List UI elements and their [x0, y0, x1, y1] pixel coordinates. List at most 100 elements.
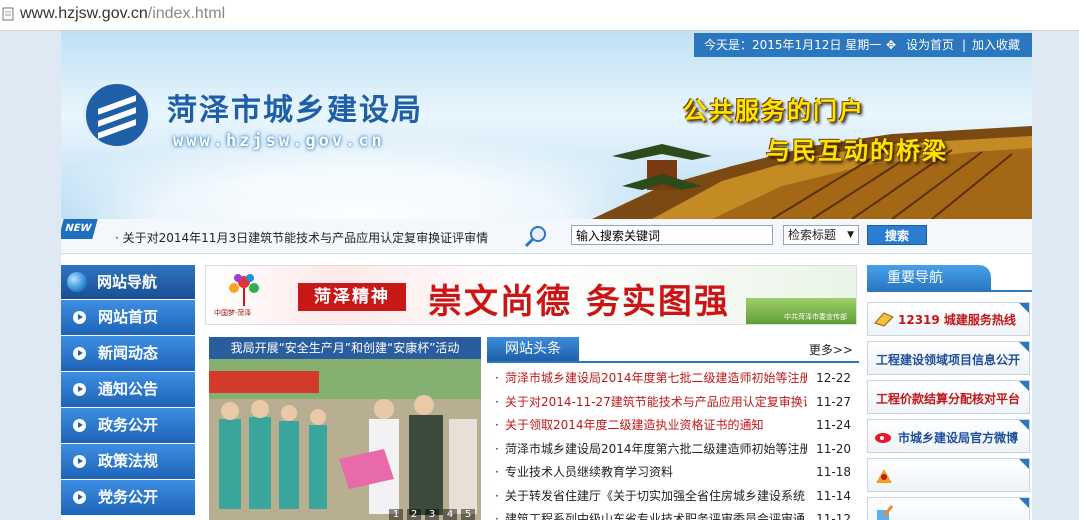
left-nav-header: 网站导航 [61, 265, 195, 299]
project-info-link[interactable]: 工程建设领域项目信息公开 [867, 341, 1030, 375]
headline-title[interactable]: 建筑工程系列中级山东省专业技术职务评审委员会评审通 [505, 508, 807, 520]
headline-date: 11-27 [816, 394, 851, 409]
add-favorite-link[interactable]: 加入收藏 [972, 33, 1020, 57]
headline-date: 11-18 [816, 465, 851, 479]
nav-item-label: 网站首页 [98, 308, 159, 326]
headline-date: 12-22 [816, 371, 851, 385]
headline-title[interactable]: 关于转发省住建厅《关于切实加强全省住房城乡建设系统 [505, 485, 807, 509]
headline-title[interactable]: 关于对2014-11-27建筑节能技术与产品应用认定复审换证 [505, 391, 807, 415]
pager-4[interactable]: 4 [443, 509, 457, 520]
headline-date: 11-24 [816, 418, 851, 432]
scrolling-notice[interactable]: · 关于对2014年11月3日建筑节能技术与产品应用认定复审换证评审情 [115, 229, 488, 246]
photo-caption[interactable]: 我局开展“安全生产月”和创建“安康杯”活动 [209, 337, 481, 359]
site-url: www.hzjsw.gov.cn [173, 131, 385, 151]
important-navigation: 重要导航 12319 城建服务热线 工程建设领域项目信息公开 工程价款结算分配核… [867, 265, 1032, 520]
nav-item-label: 新闻动态 [98, 344, 159, 362]
arrow-circle-icon [73, 491, 86, 504]
search-scope-value: 检索标题 [788, 228, 837, 242]
nav-item-label: 通知公告 [98, 380, 159, 398]
emblem-caption: 中国梦·菏泽 [214, 309, 252, 317]
search-scope-select[interactable]: 检索标题 ▼ [783, 225, 859, 245]
headline-title[interactable]: 菏泽市城乡建设局2014年度第七批二级建造师初始等注册 [505, 367, 807, 391]
headline-news-panel: 网站头条 更多>> · 菏泽市城乡建设局2014年度第七批二级建造师初始等注册 12… [487, 337, 859, 520]
nav-card-5[interactable] [867, 458, 1030, 492]
set-home-link[interactable]: 设为首页 [906, 33, 954, 57]
nav-item-policies[interactable]: 政策法规 [61, 444, 195, 479]
headline-title[interactable]: 关于领取2014年度二级建造执业资格证书的通知 [505, 414, 807, 438]
search-input[interactable] [571, 225, 773, 245]
ad-credit: 中共菏泽市委宣传部 [784, 313, 847, 321]
site-title: 菏泽市城乡建设局 [167, 93, 423, 128]
nav-item-government-affairs[interactable]: 政务公开 [61, 408, 195, 443]
photo-news-panel[interactable]: 我局开展“安全生产月”和创建“安康杯”活动 1 2 3 4 5 [209, 337, 481, 520]
page-frame: 今天是：2015年1月12日 星期一 ✥ 设为首页 | 加入收藏 菏泽市城乡建设… [61, 31, 1032, 520]
site-logo[interactable] [83, 81, 151, 149]
pager-1[interactable]: 1 [389, 509, 403, 520]
card-label: 市城乡建设局官方微博 [898, 431, 1019, 445]
date-text: 今天是：2015年1月12日 星期一 [704, 38, 882, 52]
browser-url-bar[interactable]: www.hzjsw.gov.cn/index.html [0, 0, 1079, 31]
tab-headlines[interactable]: 网站头条 [487, 337, 579, 361]
globe-icon [67, 272, 87, 292]
arrow-circle-icon [73, 347, 86, 360]
card-label: 工程价款结算分配核对平台 [876, 392, 1021, 406]
headline-title[interactable]: 专业技术人员继续教育学习资料 [505, 461, 807, 485]
ad-slogan: 崇文尚德 务实图强 [428, 282, 730, 322]
right-nav-title: 重要导航 [867, 265, 991, 291]
nav-item-home[interactable]: 网站首页 [61, 300, 195, 335]
arrow-circle-icon [73, 383, 86, 396]
pager-3[interactable]: 3 [425, 509, 439, 520]
china-dream-emblem [229, 274, 259, 306]
separator: | [962, 38, 967, 52]
left-nav-title: 网站导航 [97, 273, 158, 291]
left-navigation: 网站导航 网站首页 新闻动态 通知公告 政务公开 政策法规 党务公开 [61, 265, 195, 515]
book-icon [874, 312, 894, 327]
top-utility-bar: 今天是：2015年1月12日 星期一 ✥ 设为首页 | 加入收藏 [694, 33, 1032, 57]
official-weibo-link[interactable]: 市城乡建设局官方微博 [867, 419, 1030, 453]
event-photo[interactable] [209, 359, 481, 520]
new-badge: NEW [61, 219, 98, 239]
headline-title[interactable]: 菏泽市城乡建设局2014年度第六批二级建造师初始等注册 [505, 438, 807, 462]
chevron-down-icon: ▼ [847, 230, 854, 240]
list-item[interactable]: · 关于对2014-11-27建筑节能技术与产品应用认定复审换证 11-27 [487, 391, 859, 415]
nav-card-6[interactable] [867, 497, 1030, 520]
search-strip: NEW · 关于对2014年11月3日建筑节能技术与产品应用认定复审换证评审情 … [61, 219, 1032, 254]
hotline-12319-link[interactable]: 12319 城建服务热线 [867, 302, 1030, 336]
nav-item-party-affairs[interactable]: 党务公开 [61, 480, 195, 515]
weibo-icon [875, 433, 891, 443]
nav-item-notices[interactable]: 通知公告 [61, 372, 195, 407]
pager-5[interactable]: 5 [461, 509, 475, 520]
list-item[interactable]: · 建筑工程系列中级山东省专业技术职务评审委员会评审通 11-12 [487, 508, 859, 520]
search-button[interactable]: 搜索 [867, 225, 927, 245]
search-icon [524, 226, 546, 248]
headline-list: · 菏泽市城乡建设局2014年度第七批二级建造师初始等注册 12-22 · 关于对20… [487, 367, 859, 520]
list-item[interactable]: · 关于转发省住建厅《关于切实加强全省住房城乡建设系统 11-14 [487, 485, 859, 509]
list-item[interactable]: · 菏泽市城乡建设局2014年度第六批二级建造师初始等注册 11-20 [487, 438, 859, 462]
url-text[interactable]: www.hzjsw.gov.cn/index.html [20, 5, 225, 23]
url-path: /index.html [147, 5, 226, 22]
list-item[interactable]: · 专业技术人员继续教育学习资料 11-18 [487, 461, 859, 485]
more-link[interactable]: 更多>> [809, 341, 853, 358]
nav-item-news[interactable]: 新闻动态 [61, 336, 195, 371]
home-set-icon: ✥ [886, 38, 897, 52]
spirit-ad-banner[interactable]: 中国梦·菏泽 菏泽精神 崇文尚德 务实图强 中共菏泽市委宣传部 [205, 265, 857, 325]
edit-icon [877, 505, 894, 520]
arrow-circle-icon [73, 311, 86, 324]
award-icon [876, 469, 892, 483]
headline-tabbar: 网站头条 更多>> [487, 337, 859, 363]
settlement-platform-link[interactable]: 工程价款结算分配核对平台 [867, 380, 1030, 414]
headline-date: 11-12 [816, 512, 851, 520]
list-item[interactable]: · 菏泽市城乡建设局2014年度第七批二级建造师初始等注册 12-22 [487, 367, 859, 391]
page-icon [2, 7, 14, 21]
card-label: 工程建设领域项目信息公开 [876, 353, 1021, 367]
list-item[interactable]: · 关于领取2014年度二级建造执业资格证书的通知 11-24 [487, 414, 859, 438]
nav-item-label: 党务公开 [98, 488, 159, 506]
pager-2[interactable]: 2 [407, 509, 421, 520]
url-host: www.hzjsw.gov.cn [20, 5, 148, 22]
site-banner: 今天是：2015年1月12日 星期一 ✥ 设为首页 | 加入收藏 菏泽市城乡建设… [61, 31, 1032, 219]
card-label: 12319 城建服务热线 [898, 313, 1016, 327]
headline-date: 11-14 [816, 488, 851, 503]
nav-item-label: 政务公开 [98, 416, 159, 434]
slogan-line-1: 公共服务的门户 [683, 97, 865, 125]
headline-date: 11-20 [816, 441, 851, 456]
